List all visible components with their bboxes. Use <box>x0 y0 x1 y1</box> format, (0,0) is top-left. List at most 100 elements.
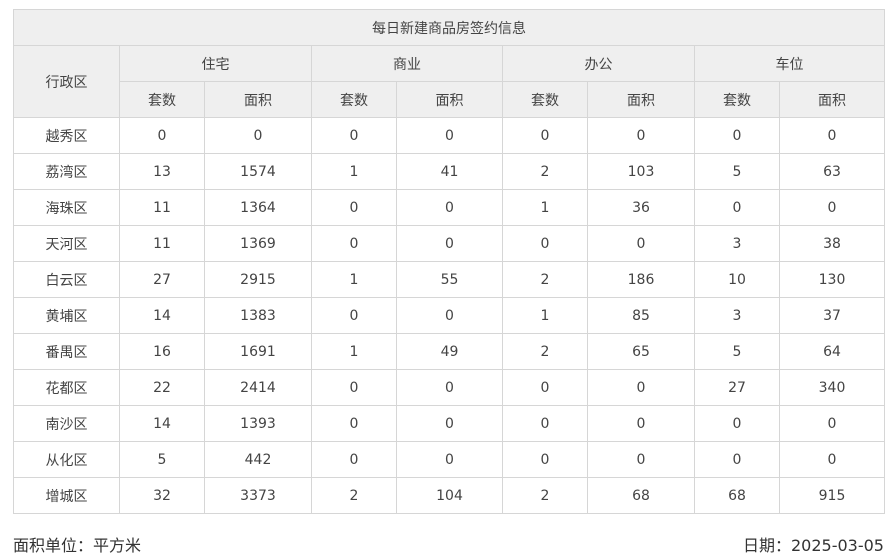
sales-table: 每日新建商品房签约信息 行政区 住宅 商业 办公 车位 套数 面积 套数 面积 … <box>12 9 886 514</box>
value-cell: 3 <box>694 225 780 262</box>
table-row: 黄埔区 14 1383 0 0 1 85 3 37 <box>13 297 886 334</box>
sub-header-area: 面积 <box>204 81 312 118</box>
value-cell: 37 <box>778 297 886 334</box>
district-cell: 海珠区 <box>13 189 120 226</box>
district-header: 行政区 <box>13 45 120 118</box>
value-cell: 0 <box>396 297 503 334</box>
value-cell: 1 <box>311 261 397 298</box>
value-cell: 340 <box>778 369 886 406</box>
value-cell: 1364 <box>204 189 312 226</box>
value-cell: 0 <box>694 189 780 226</box>
group-header-residential: 住宅 <box>119 45 312 82</box>
value-cell: 0 <box>396 189 503 226</box>
value-cell: 2 <box>502 153 588 190</box>
sub-header-area: 面积 <box>396 81 503 118</box>
value-cell: 0 <box>502 225 588 262</box>
district-cell: 番禺区 <box>13 333 120 370</box>
value-cell: 0 <box>396 405 503 442</box>
value-cell: 0 <box>311 117 397 154</box>
district-cell: 从化区 <box>13 441 120 478</box>
value-cell: 68 <box>587 477 695 514</box>
value-cell: 41 <box>396 153 503 190</box>
value-cell: 1383 <box>204 297 312 334</box>
value-cell: 36 <box>587 189 695 226</box>
value-cell: 13 <box>119 153 205 190</box>
value-cell: 55 <box>396 261 503 298</box>
value-cell: 0 <box>587 441 695 478</box>
value-cell: 16 <box>119 333 205 370</box>
value-cell: 65 <box>587 333 695 370</box>
table-row: 花都区 22 2414 0 0 0 0 27 340 <box>13 369 886 406</box>
group-header-office: 办公 <box>502 45 695 82</box>
value-cell: 0 <box>119 117 205 154</box>
value-cell: 2915 <box>204 261 312 298</box>
value-cell: 0 <box>204 117 312 154</box>
sub-header-area: 面积 <box>778 81 886 118</box>
value-cell: 104 <box>396 477 503 514</box>
value-cell: 0 <box>778 405 886 442</box>
value-cell: 5 <box>694 153 780 190</box>
table-row: 番禺区 16 1691 1 49 2 65 5 64 <box>13 333 886 370</box>
sub-header-area: 面积 <box>587 81 695 118</box>
value-cell: 0 <box>778 117 886 154</box>
sales-table-container: 每日新建商品房签约信息 行政区 住宅 商业 办公 车位 套数 面积 套数 面积 … <box>12 9 886 514</box>
value-cell: 11 <box>119 189 205 226</box>
value-cell: 3373 <box>204 477 312 514</box>
value-cell: 0 <box>311 225 397 262</box>
value-cell: 0 <box>778 189 886 226</box>
table-row: 增城区 32 3373 2 104 2 68 68 915 <box>13 477 886 514</box>
value-cell: 1574 <box>204 153 312 190</box>
value-cell: 0 <box>694 441 780 478</box>
table-row: 荔湾区 13 1574 1 41 2 103 5 63 <box>13 153 886 190</box>
value-cell: 442 <box>204 441 312 478</box>
value-cell: 2 <box>502 477 588 514</box>
value-cell: 0 <box>396 369 503 406</box>
table-row: 海珠区 11 1364 0 0 1 36 0 0 <box>13 189 886 226</box>
value-cell: 1369 <box>204 225 312 262</box>
value-cell: 68 <box>694 477 780 514</box>
district-cell: 荔湾区 <box>13 153 120 190</box>
value-cell: 130 <box>778 261 886 298</box>
value-cell: 1 <box>311 153 397 190</box>
value-cell: 2 <box>502 333 588 370</box>
value-cell: 5 <box>119 441 205 478</box>
value-cell: 5 <box>694 333 780 370</box>
value-cell: 0 <box>694 405 780 442</box>
table-row: 白云区 27 2915 1 55 2 186 10 130 <box>13 261 886 298</box>
value-cell: 10 <box>694 261 780 298</box>
value-cell: 0 <box>502 369 588 406</box>
value-cell: 0 <box>502 405 588 442</box>
value-cell: 0 <box>502 441 588 478</box>
value-cell: 0 <box>502 117 588 154</box>
sub-header-units: 套数 <box>502 81 588 118</box>
value-cell: 0 <box>311 405 397 442</box>
value-cell: 0 <box>587 225 695 262</box>
area-unit-note: 面积单位：平方米 <box>13 536 142 555</box>
value-cell: 27 <box>694 369 780 406</box>
district-cell: 白云区 <box>13 261 120 298</box>
value-cell: 0 <box>694 117 780 154</box>
table-row: 天河区 11 1369 0 0 0 0 3 38 <box>13 225 886 262</box>
table-row: 南沙区 14 1393 0 0 0 0 0 0 <box>13 405 886 442</box>
value-cell: 0 <box>587 117 695 154</box>
value-cell: 2 <box>311 477 397 514</box>
table-title: 每日新建商品房签约信息 <box>12 9 886 46</box>
value-cell: 11 <box>119 225 205 262</box>
value-cell: 915 <box>778 477 886 514</box>
sub-header-units: 套数 <box>311 81 397 118</box>
table-footer: 面积单位：平方米 日期：2025-03-05 <box>13 532 884 555</box>
value-cell: 0 <box>587 405 695 442</box>
value-cell: 0 <box>311 189 397 226</box>
date-label: 日期：2025-03-05 <box>743 536 884 555</box>
district-cell: 越秀区 <box>13 117 120 154</box>
district-cell: 南沙区 <box>13 405 120 442</box>
group-header-parking: 车位 <box>693 45 886 82</box>
value-cell: 85 <box>587 297 695 334</box>
value-cell: 0 <box>311 441 397 478</box>
value-cell: 0 <box>311 297 397 334</box>
value-cell: 32 <box>119 477 205 514</box>
value-cell: 3 <box>694 297 780 334</box>
value-cell: 1393 <box>204 405 312 442</box>
value-cell: 103 <box>587 153 695 190</box>
district-cell: 天河区 <box>13 225 120 262</box>
